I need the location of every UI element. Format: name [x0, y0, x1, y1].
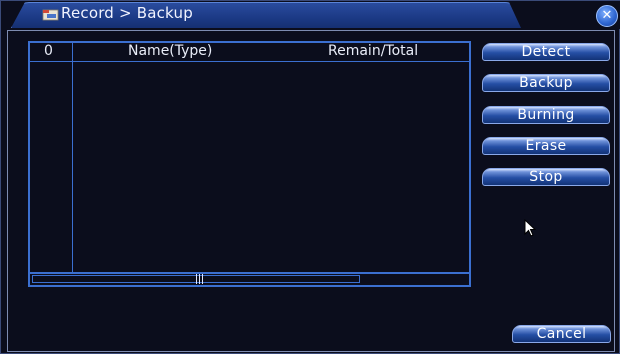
window-title: Record > Backup	[61, 4, 193, 22]
cancel-button[interactable]: Cancel	[512, 325, 611, 343]
erase-button[interactable]: Erase	[482, 137, 610, 155]
title-bar: Record > Backup ✕	[1, 1, 620, 29]
column-divider	[72, 43, 73, 274]
scrollbar-grip-icon[interactable]	[196, 274, 203, 284]
column-header-name-type[interactable]: Name(Type)	[128, 43, 212, 60]
backup-dialog: Record > Backup ✕ 0 Name(Type) Remain/To…	[0, 0, 620, 354]
record-folder-icon	[42, 9, 59, 21]
stop-button[interactable]: Stop	[482, 168, 610, 186]
close-icon[interactable]: ✕	[596, 5, 618, 27]
detect-button[interactable]: Detect	[482, 43, 610, 61]
column-header-remain-total[interactable]: Remain/Total	[328, 43, 418, 60]
backup-device-table: 0 Name(Type) Remain/Total	[28, 41, 471, 287]
burning-button[interactable]: Burning	[482, 106, 610, 124]
column-header-index[interactable]: 0	[44, 43, 53, 60]
scrollbar-thumb[interactable]	[32, 274, 360, 284]
table-header: 0 Name(Type) Remain/Total	[30, 43, 469, 62]
horizontal-scrollbar[interactable]	[30, 272, 469, 285]
mouse-cursor-icon	[524, 219, 536, 237]
backup-button[interactable]: Backup	[482, 74, 610, 92]
